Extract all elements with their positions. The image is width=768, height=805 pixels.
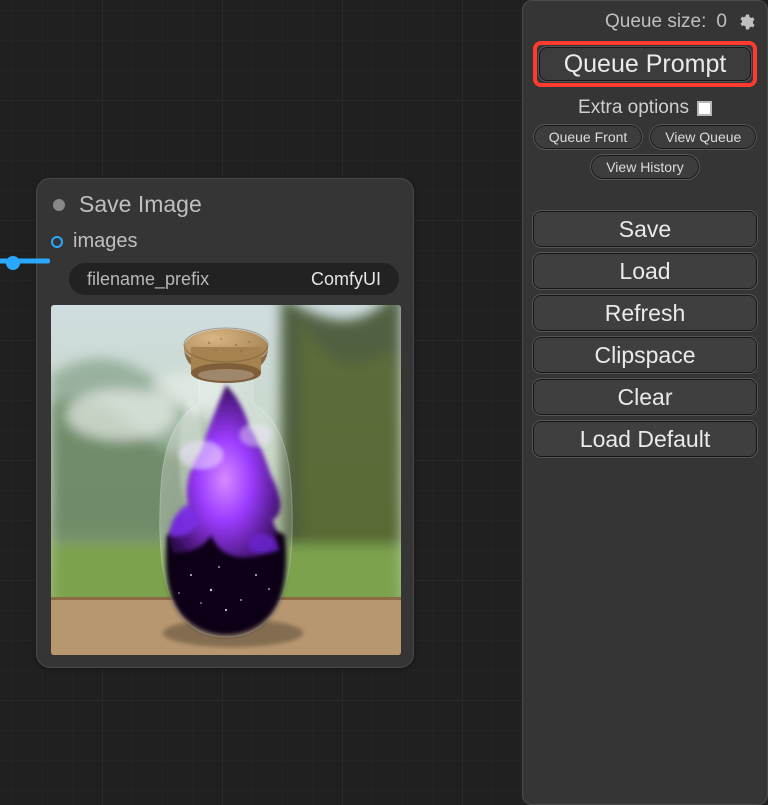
- generated-image-icon: [51, 305, 401, 655]
- clear-button[interactable]: Clear: [533, 379, 757, 415]
- queue-prompt-highlight: Queue Prompt: [533, 41, 757, 87]
- view-queue-button[interactable]: View Queue: [650, 125, 756, 149]
- clipspace-button[interactable]: Clipspace: [533, 337, 757, 373]
- extra-options-label: Extra options: [578, 97, 689, 119]
- queue-size-row: Queue size: 0: [533, 11, 757, 33]
- node-input-label: images: [73, 230, 137, 253]
- node-header[interactable]: Save Image: [37, 179, 413, 226]
- widget-value: ComfyUI: [311, 269, 381, 290]
- extra-options-checkbox[interactable]: [697, 101, 712, 116]
- control-panel: Queue size: 0 Queue Prompt Extra options…: [522, 0, 768, 805]
- gear-icon[interactable]: [737, 13, 755, 31]
- node-image-preview[interactable]: [51, 305, 401, 655]
- wire-endpoint-icon: [6, 256, 20, 270]
- queue-front-button[interactable]: Queue Front: [534, 125, 643, 149]
- node-save-image[interactable]: Save Image images filename_prefix ComfyU…: [36, 178, 414, 668]
- queue-prompt-button[interactable]: Queue Prompt: [539, 47, 751, 81]
- widget-label: filename_prefix: [87, 269, 301, 290]
- extra-options-row: Extra options: [533, 97, 757, 119]
- refresh-button[interactable]: Refresh: [533, 295, 757, 331]
- node-input-port-row[interactable]: images: [37, 226, 413, 255]
- port-dot-icon[interactable]: [51, 236, 63, 248]
- node-title: Save Image: [79, 191, 202, 218]
- queue-size-value: 0: [716, 11, 727, 33]
- load-button[interactable]: Load: [533, 253, 757, 289]
- queue-size-label: Queue size:: [605, 11, 706, 33]
- node-widget-filename-prefix[interactable]: filename_prefix ComfyUI: [69, 263, 399, 295]
- view-history-button[interactable]: View History: [591, 155, 699, 179]
- save-button[interactable]: Save: [533, 211, 757, 247]
- load-default-button[interactable]: Load Default: [533, 421, 757, 457]
- node-collapse-dot-icon[interactable]: [53, 199, 65, 211]
